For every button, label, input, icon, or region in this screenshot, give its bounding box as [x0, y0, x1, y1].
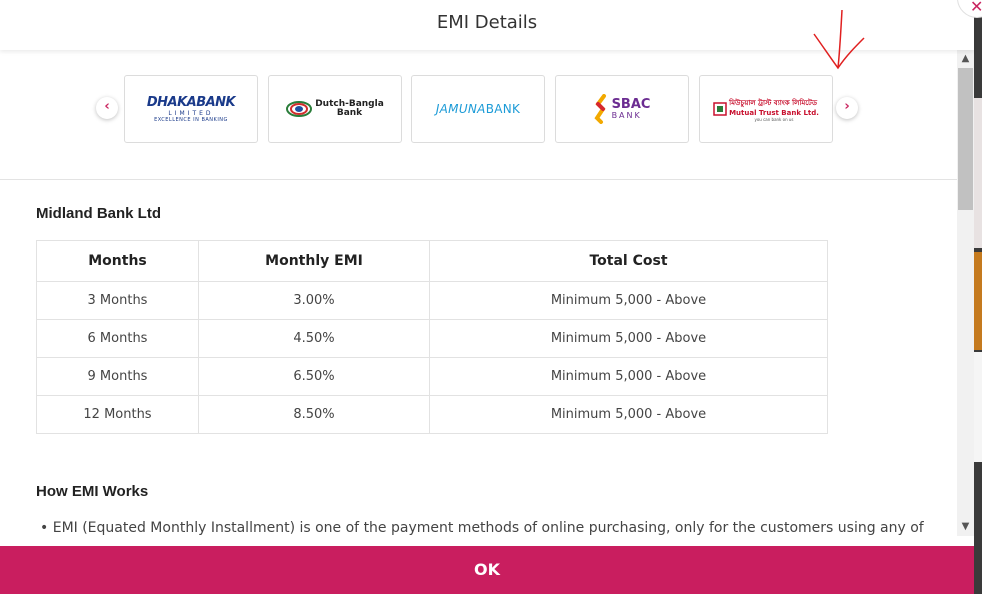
scrollbar-thumb[interactable] [958, 68, 973, 210]
mtb-tagline: you can bank on us [754, 116, 794, 122]
ok-button[interactable]: OK [0, 546, 974, 594]
emi-details-modal: EMI Details ‹ DHAKABANK LIMITED EXCELLEN… [0, 0, 974, 594]
bank-card-jamuna-bank[interactable]: JAMUNA BANK [411, 75, 545, 143]
dhaka-bank-name: DHAKABANK [146, 95, 236, 110]
close-icon: ✕ [970, 0, 982, 16]
sbac-name: SBAC [611, 96, 651, 112]
table-cell: 4.50% [198, 319, 430, 358]
bank-card-sbac-bank[interactable]: SBAC BANK [555, 75, 689, 143]
mtb-emblem-icon [713, 102, 727, 116]
mtb-name-bn: মিউচুয়াল ট্রাস্ট ব্যাংক লিমিটেড [729, 98, 817, 107]
emi-table: Months Monthly EMI Total Cost 3 Months 3… [36, 240, 828, 434]
backdrop-block [974, 252, 982, 350]
dbbl-bank: Bank [336, 108, 363, 118]
annotation-arrow-icon [813, 9, 865, 70]
scroll-up-arrow-icon[interactable]: ▲ [957, 50, 974, 68]
table-cell: 3.00% [198, 281, 430, 320]
dhaka-bank-limited: LIMITED [168, 110, 214, 117]
table-row: 6 Months 4.50% Minimum 5,000 - Above [36, 319, 828, 358]
page-backdrop [974, 0, 982, 594]
sbac-bank: BANK [611, 110, 642, 120]
jamuna-name: JAMUNA [435, 102, 486, 116]
table-cell: 6 Months [36, 319, 199, 358]
table-row: 12 Months 8.50% Minimum 5,000 - Above [36, 395, 828, 434]
modal-scrollbar[interactable]: ▲ ▼ [957, 50, 974, 536]
table-cell: Minimum 5,000 - Above [429, 319, 828, 358]
bank-title: Midland Bank Ltd [36, 205, 161, 222]
chevron-right-icon: › [844, 99, 850, 114]
table-cell: 9 Months [36, 357, 199, 396]
bank-card-mutual-trust-bank[interactable]: মিউচুয়াল ট্রাস্ট ব্যাংক লিমিটেড Mutual … [699, 75, 833, 143]
mtb-name: Mutual Trust Bank Ltd. [729, 108, 819, 117]
column-header: Months [36, 240, 199, 282]
table-cell: 3 Months [36, 281, 199, 320]
column-header: Monthly EMI [198, 240, 430, 282]
carousel-next-button[interactable]: › [836, 97, 858, 119]
how-emi-bullet-text: EMI (Equated Monthly Installment) is one… [52, 520, 924, 536]
table-cell: 6.50% [198, 357, 430, 396]
table-cell: Minimum 5,000 - Above [429, 395, 828, 434]
table-row: 3 Months 3.00% Minimum 5,000 - Above [36, 281, 828, 320]
backdrop-block [974, 352, 982, 462]
carousel-prev-button[interactable]: ‹ [96, 97, 118, 119]
sbac-emblem-icon [593, 94, 606, 124]
table-row: 9 Months 6.50% Minimum 5,000 - Above [36, 357, 828, 396]
mutual-trust-bank-logo: মিউচুয়াল ট্রাস্ট ব্যাংক লিমিটেড Mutual … [700, 76, 832, 142]
table-cell: Minimum 5,000 - Above [429, 357, 828, 396]
jamuna-bank-logo: JAMUNA BANK [412, 76, 544, 142]
backdrop-block [974, 98, 982, 248]
dhaka-bank-tagline: EXCELLENCE IN BANKING [154, 117, 228, 123]
modal-content: ‹ DHAKABANK LIMITED EXCELLENCE IN BANKIN… [0, 50, 957, 546]
jamuna-bank: BANK [485, 102, 521, 116]
sbac-bank-logo: SBAC BANK [556, 76, 688, 142]
scroll-down-arrow-icon[interactable]: ▼ [957, 518, 974, 536]
bank-card-dhaka-bank[interactable]: DHAKABANK LIMITED EXCELLENCE IN BANKING [124, 75, 258, 143]
table-cell: 8.50% [198, 395, 430, 434]
column-header: Total Cost [429, 240, 828, 282]
bank-card-dutch-bangla[interactable]: Dutch-Bangla Bank [268, 75, 402, 143]
chevron-left-icon: ‹ [104, 99, 110, 114]
bullet-dot-icon: • [40, 520, 53, 536]
how-emi-bullet: • EMI (Equated Monthly Installment) is o… [40, 520, 945, 536]
table-cell: Minimum 5,000 - Above [429, 281, 828, 320]
table-header-row: Months Monthly EMI Total Cost [36, 240, 828, 282]
dutch-bangla-logo: Dutch-Bangla Bank [269, 76, 401, 142]
how-emi-works-title: How EMI Works [36, 483, 149, 500]
dhaka-bank-logo: DHAKABANK LIMITED EXCELLENCE IN BANKING [125, 76, 257, 142]
dbbl-emblem-icon [286, 101, 313, 117]
table-cell: 12 Months [36, 395, 199, 434]
